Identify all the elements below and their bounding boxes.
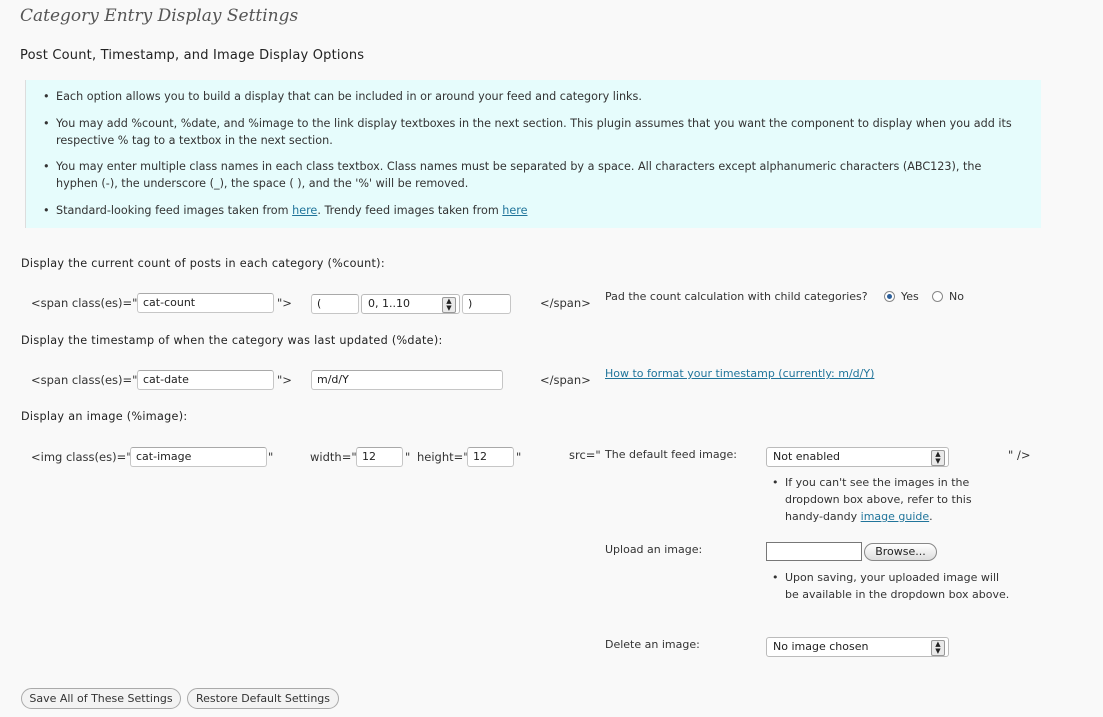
count-suffix-input[interactable]: ) bbox=[462, 294, 511, 314]
info-box: Each option allows you to build a displa… bbox=[25, 80, 1041, 228]
count-class-input[interactable]: cat-count bbox=[137, 293, 274, 313]
count-span-open: <span class(es)=" bbox=[31, 296, 138, 310]
delete-image-label: Delete an image: bbox=[605, 638, 700, 651]
date-span-close-quote: "> bbox=[277, 373, 292, 387]
info-item-4-text2: . Trendy feed images taken from bbox=[317, 204, 503, 217]
width-input[interactable]: 12 bbox=[356, 447, 403, 467]
upload-image-label: Upload an image: bbox=[605, 543, 703, 556]
image-guide-link[interactable]: image guide bbox=[861, 510, 930, 523]
image-section-label: Display an image (%image): bbox=[21, 410, 188, 423]
section-title: Post Count, Timestamp, and Image Display… bbox=[20, 48, 365, 63]
img-open: <img class(es)=" bbox=[31, 450, 132, 464]
count-format-value: 0, 1..10 bbox=[368, 297, 410, 310]
browse-button[interactable]: Browse... bbox=[864, 543, 937, 561]
pad-yes-radio[interactable] bbox=[884, 291, 895, 302]
pad-no-label: No bbox=[949, 290, 964, 303]
info-item-2: You may add %count, %date, and %image to… bbox=[43, 115, 1016, 149]
count-prefix-input[interactable]: ( bbox=[311, 294, 359, 314]
select-arrows-icon: ▲ ▼ bbox=[931, 640, 945, 656]
date-section-label: Display the timestamp of when the catego… bbox=[21, 334, 443, 347]
src-label: src=" bbox=[569, 448, 601, 462]
height-quote: " bbox=[516, 450, 522, 464]
height-input[interactable]: 12 bbox=[467, 447, 514, 467]
pad-yes-label: Yes bbox=[901, 290, 919, 303]
upload-file-path-input[interactable] bbox=[766, 542, 862, 561]
delete-image-select[interactable]: No image chosen ▲ ▼ bbox=[766, 637, 949, 657]
restore-defaults-button[interactable]: Restore Default Settings bbox=[187, 688, 339, 709]
pad-question: Pad the count calculation with child cat… bbox=[605, 290, 868, 303]
date-format-input[interactable]: m/d/Y bbox=[311, 370, 503, 390]
date-span-end: </span> bbox=[540, 373, 591, 387]
width-quote: " bbox=[405, 450, 411, 464]
count-span-end: </span> bbox=[540, 296, 591, 310]
info-item-3: You may enter multiple class names in ea… bbox=[43, 158, 1016, 192]
standard-images-link[interactable]: here bbox=[292, 204, 317, 217]
count-section-label: Display the current count of posts in ea… bbox=[21, 257, 385, 270]
default-feed-image-select[interactable]: Not enabled ▲ ▼ bbox=[766, 447, 949, 467]
pad-no-radio[interactable] bbox=[932, 291, 943, 302]
height-label: height=" bbox=[417, 450, 469, 464]
trendy-images-link[interactable]: here bbox=[502, 204, 527, 217]
info-item-1: Each option allows you to build a displa… bbox=[43, 88, 1016, 105]
image-guide-note-end: . bbox=[929, 510, 933, 523]
img-class-quote: " bbox=[268, 450, 274, 464]
image-guide-note: If you can't see the images in the dropd… bbox=[772, 474, 1010, 525]
img-end: " /> bbox=[1008, 448, 1031, 462]
info-item-4: Standard-looking feed images taken from … bbox=[43, 202, 1016, 219]
select-arrows-icon: ▲ ▼ bbox=[931, 450, 945, 466]
page-title: Category Entry Display Settings bbox=[20, 6, 299, 26]
delete-image-value: No image chosen bbox=[773, 640, 869, 653]
save-settings-button[interactable]: Save All of These Settings bbox=[21, 688, 181, 709]
width-label: width=" bbox=[310, 450, 357, 464]
select-arrows-icon: ▲ ▼ bbox=[442, 297, 456, 313]
upload-note: Upon saving, your uploaded image will be… bbox=[772, 569, 1010, 603]
info-item-4-text1: Standard-looking feed images taken from bbox=[56, 204, 293, 217]
default-feed-image-value: Not enabled bbox=[773, 450, 841, 463]
image-class-input[interactable]: cat-image bbox=[130, 447, 267, 467]
count-span-close-quote: "> bbox=[277, 296, 292, 310]
default-feed-image-label: The default feed image: bbox=[605, 448, 738, 461]
date-class-input[interactable]: cat-date bbox=[137, 370, 274, 390]
count-format-select[interactable]: 0, 1..10 ▲ ▼ bbox=[361, 294, 460, 314]
date-span-open: <span class(es)=" bbox=[31, 373, 138, 387]
timestamp-format-help-link[interactable]: How to format your timestamp (currently:… bbox=[605, 367, 874, 380]
